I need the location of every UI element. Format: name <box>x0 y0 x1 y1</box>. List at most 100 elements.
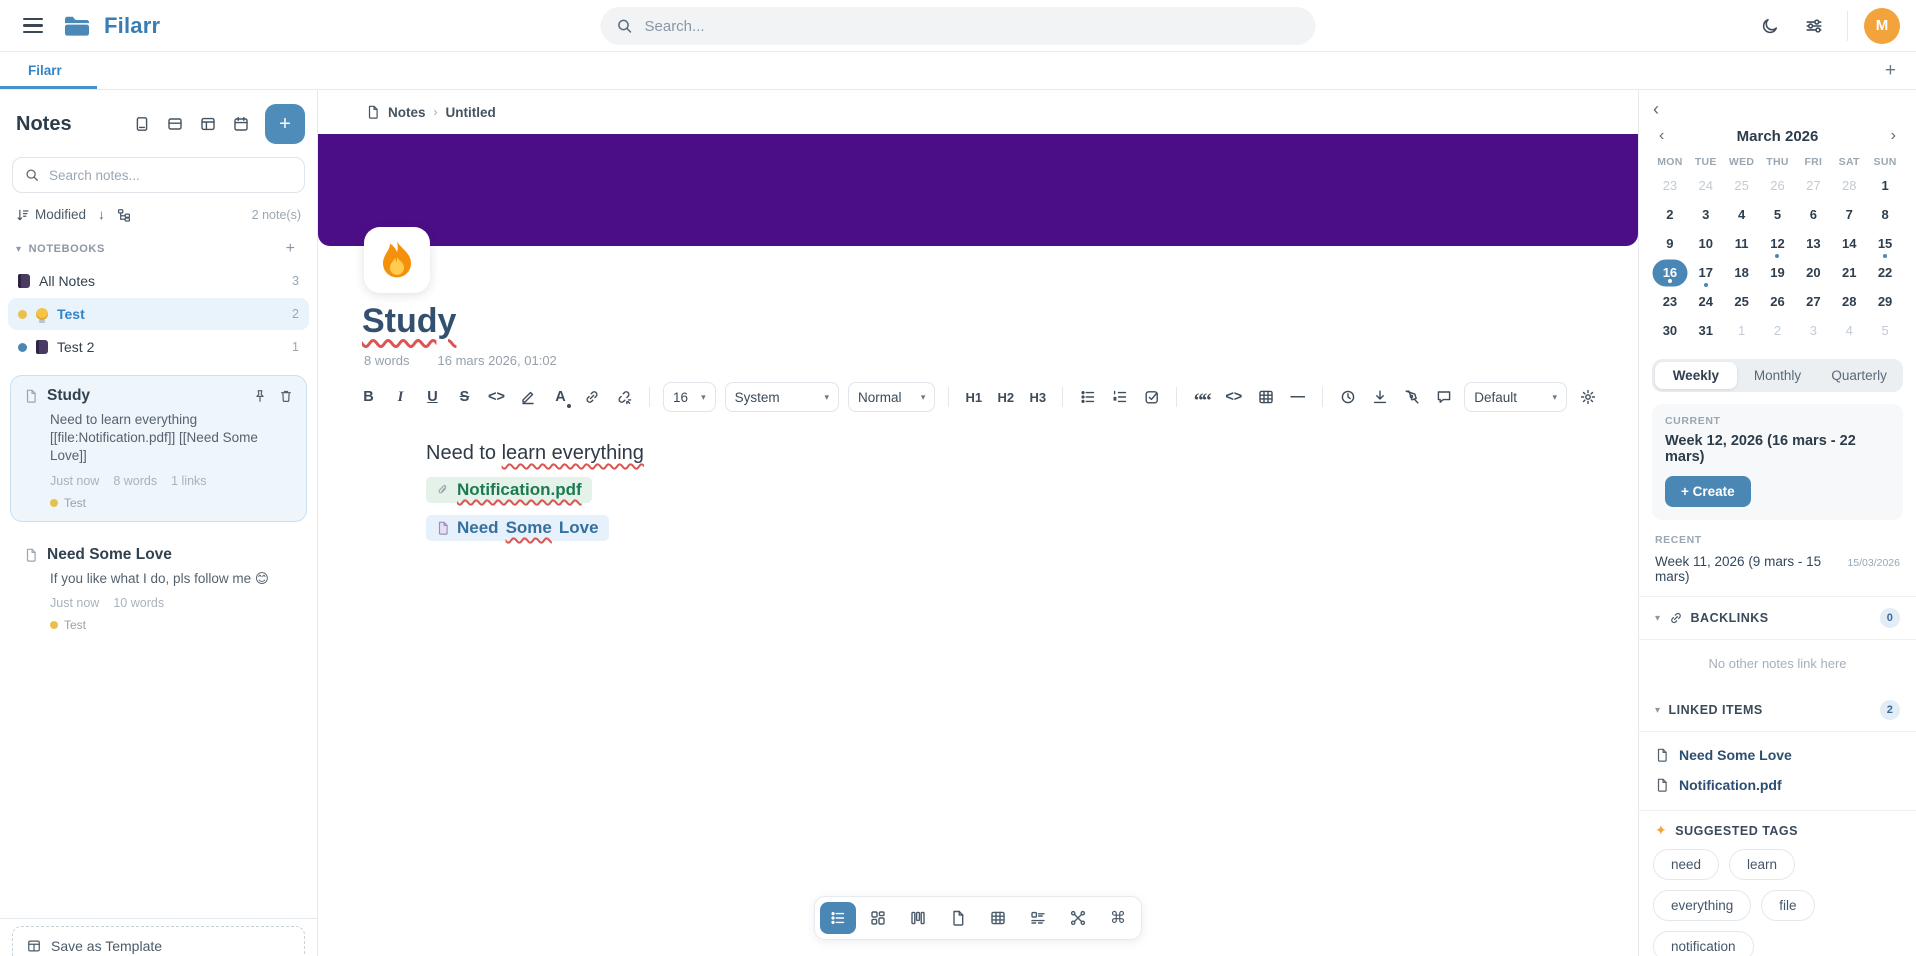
file-link-notification-pdf[interactable]: Notification.pdf <box>426 477 592 503</box>
save-as-template-button[interactable]: Save as Template <box>12 926 305 956</box>
heading-1-button[interactable]: H1 <box>959 382 988 412</box>
note-card-need-some-love[interactable]: Need Some LoveIf you like what I do, pls… <box>10 534 307 644</box>
italic-button[interactable]: I <box>386 382 415 412</box>
collapse-sidebar-button[interactable]: ‹ <box>1639 98 1659 118</box>
export-button[interactable] <box>1365 382 1394 412</box>
task-list-button[interactable] <box>1137 382 1166 412</box>
calendar-day-15[interactable]: 15 <box>1867 229 1903 258</box>
new-tab-button[interactable]: + <box>1879 60 1902 81</box>
bold-button[interactable]: B <box>354 382 383 412</box>
calendar-day-23[interactable]: 23 <box>1652 287 1688 316</box>
inline-code-button[interactable]: <> <box>482 382 511 412</box>
font-size-select[interactable]: 16▾ <box>663 382 716 412</box>
calendar-day-8[interactable]: 8 <box>1867 200 1903 229</box>
recent-week-row[interactable]: Week 11, 2026 (9 mars - 15 mars) 15/03/2… <box>1639 550 1916 596</box>
suggested-tag-everything[interactable]: everything <box>1653 890 1751 921</box>
linked-item-need-some-love[interactable]: Need Some Love <box>1639 740 1916 770</box>
calendar-day-25[interactable]: 25 <box>1724 287 1760 316</box>
list-view-button[interactable] <box>820 902 856 934</box>
breadcrumb-page[interactable]: Untitled <box>446 105 496 120</box>
calendar-day-26[interactable]: 26 <box>1760 171 1796 200</box>
graph-view-button[interactable] <box>1060 902 1096 934</box>
note-cover-banner[interactable] <box>318 134 1638 246</box>
suggested-tag-notification[interactable]: notification <box>1653 931 1754 956</box>
breadcrumb-root[interactable]: Notes <box>388 105 426 120</box>
style-preset-select[interactable]: Default▾ <box>1464 382 1567 412</box>
editor-settings-button[interactable] <box>1573 382 1602 412</box>
trash-icon[interactable] <box>279 389 293 403</box>
calendar-day-18[interactable]: 18 <box>1724 258 1760 287</box>
backlinks-header[interactable]: ▾ BACKLINKS 0 <box>1639 596 1916 640</box>
code-block-button[interactable]: <> <box>1219 382 1248 412</box>
calendar-day-29[interactable]: 29 <box>1867 287 1903 316</box>
global-search[interactable] <box>601 7 1316 45</box>
calendar-day-19[interactable]: 19 <box>1760 258 1796 287</box>
tab-filarr[interactable]: Filarr <box>0 52 97 89</box>
calendar-day-7[interactable]: 7 <box>1831 200 1867 229</box>
note-title[interactable]: Study <box>362 302 1638 341</box>
board-view-button[interactable] <box>195 111 221 137</box>
calendar-day-13[interactable]: 13 <box>1795 229 1831 258</box>
calendar-day-10[interactable]: 10 <box>1688 229 1724 258</box>
calendar-day-11[interactable]: 11 <box>1724 229 1760 258</box>
tab-monthly[interactable]: Monthly <box>1737 362 1819 389</box>
blockquote-button[interactable]: ““ <box>1187 382 1216 412</box>
calendar-day-24[interactable]: 24 <box>1688 287 1724 316</box>
calendar-day-1[interactable]: 1 <box>1867 171 1903 200</box>
highlight-button[interactable] <box>514 382 543 412</box>
calendar-day-22[interactable]: 22 <box>1867 258 1903 287</box>
next-month-button[interactable]: › <box>1887 126 1900 146</box>
suggested-tag-file[interactable]: file <box>1761 890 1814 921</box>
calendar-day-20[interactable]: 20 <box>1795 258 1831 287</box>
unlink-button[interactable] <box>610 382 639 412</box>
calendar-day-9[interactable]: 9 <box>1652 229 1688 258</box>
calendar-day-26[interactable]: 26 <box>1760 287 1796 316</box>
bullet-list-button[interactable] <box>1073 382 1102 412</box>
calendar-day-28[interactable]: 28 <box>1831 171 1867 200</box>
notebook-item-test-2[interactable]: Test 21 <box>8 331 309 363</box>
list-view-button[interactable] <box>162 111 188 137</box>
note-content[interactable]: Need to learn everything Notification.pd… <box>318 412 1638 541</box>
suggested-tag-need[interactable]: need <box>1653 849 1719 880</box>
notebook-item-test[interactable]: Test2 <box>8 298 309 330</box>
calendar-day-2[interactable]: 2 <box>1652 200 1688 229</box>
chevron-down-icon[interactable]: ▾ <box>16 244 22 255</box>
calendar-day-21[interactable]: 21 <box>1831 258 1867 287</box>
table-button[interactable] <box>1251 382 1280 412</box>
group-by-notebook-button[interactable] <box>117 208 131 222</box>
card-view-button[interactable] <box>129 111 155 137</box>
note-card-study[interactable]: StudyNeed to learn everything [[file:Not… <box>10 375 307 522</box>
calendar-day-4[interactable]: 4 <box>1831 316 1867 345</box>
dark-mode-toggle[interactable] <box>1753 9 1787 43</box>
menu-button[interactable] <box>16 9 50 43</box>
command-view-button[interactable]: ⌘ <box>1100 902 1136 934</box>
add-notebook-button[interactable]: + <box>280 240 301 258</box>
calendar-day-25[interactable]: 25 <box>1724 171 1760 200</box>
prev-month-button[interactable]: ‹ <box>1655 126 1668 146</box>
notebook-item-all-notes[interactable]: All Notes3 <box>8 265 309 297</box>
calendar-day-27[interactable]: 27 <box>1795 171 1831 200</box>
calendar-view-button[interactable] <box>228 111 254 137</box>
table-view-button[interactable] <box>980 902 1016 934</box>
calendar-day-24[interactable]: 24 <box>1688 171 1724 200</box>
timestamp-button[interactable] <box>1333 382 1362 412</box>
font-family-select[interactable]: System▾ <box>725 382 839 412</box>
comment-button[interactable] <box>1429 382 1458 412</box>
calendar-day-1[interactable]: 1 <box>1724 316 1760 345</box>
calendar-day-30[interactable]: 30 <box>1652 316 1688 345</box>
linked-items-header[interactable]: ▾ LINKED ITEMS 2 <box>1639 689 1916 732</box>
sort-direction-button[interactable]: ↓ <box>98 207 105 222</box>
sort-by-button[interactable]: Modified <box>16 207 86 222</box>
notes-search-input[interactable] <box>47 167 292 184</box>
calendar-day-23[interactable]: 23 <box>1652 171 1688 200</box>
outline-view-button[interactable] <box>1020 902 1056 934</box>
calendar-day-3[interactable]: 3 <box>1688 200 1724 229</box>
note-link-need-some-love[interactable]: Need Some Love <box>426 515 609 541</box>
tab-quarterly[interactable]: Quarterly <box>1818 362 1900 389</box>
calendar-day-28[interactable]: 28 <box>1831 287 1867 316</box>
calendar-day-17[interactable]: 17 <box>1688 258 1724 287</box>
underline-button[interactable]: U <box>418 382 447 412</box>
calendar-day-31[interactable]: 31 <box>1688 316 1724 345</box>
document-view-button[interactable] <box>940 902 976 934</box>
heading-2-button[interactable]: H2 <box>991 382 1020 412</box>
